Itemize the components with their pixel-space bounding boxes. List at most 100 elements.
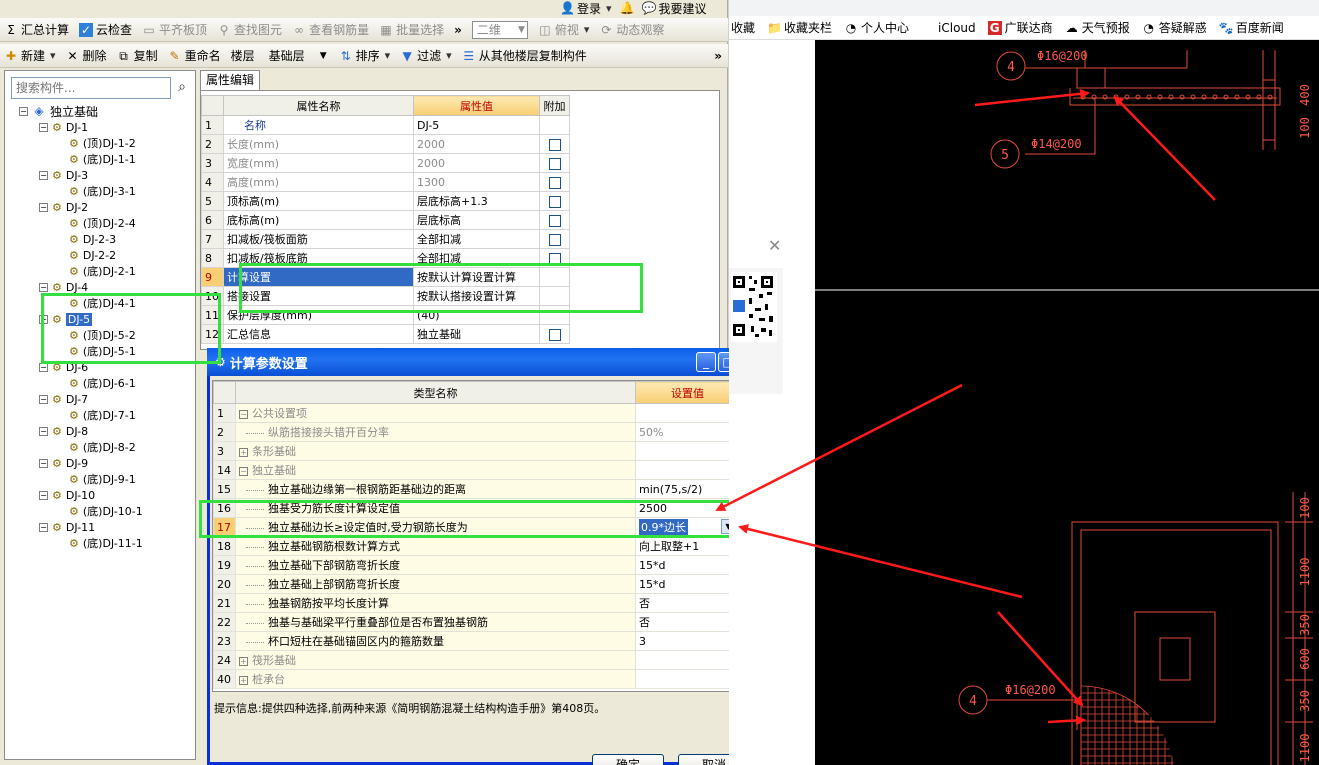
tree-node[interactable]: − ⚙ DJ-11 <box>39 519 95 535</box>
setting-value[interactable]: 15*d <box>635 555 740 575</box>
collapse-icon[interactable]: − <box>39 522 48 532</box>
collapse-icon[interactable]: − <box>39 202 48 212</box>
bell-button[interactable]: 🔔 <box>620 1 635 15</box>
floor-select[interactable]: 基础层 ▼ <box>265 47 329 65</box>
extra-checkbox[interactable] <box>548 328 561 341</box>
bookmark-item[interactable]: 🐾 百度新闻 <box>1219 19 1284 36</box>
extra-checkbox[interactable] <box>548 195 561 208</box>
collapse-icon[interactable]: − <box>39 426 48 436</box>
search-input[interactable] <box>11 77 171 99</box>
view-rebar-button[interactable]: ∞ 查看钢筋量 <box>292 21 369 38</box>
setting-value[interactable] <box>635 669 740 689</box>
tree-node[interactable]: − ⚙ DJ-9 <box>39 455 88 471</box>
property-value[interactable]: 2000 <box>413 153 540 173</box>
tree-node[interactable]: ⚙ DJ-2-2 <box>69 247 116 263</box>
collapse-icon[interactable]: − <box>39 170 48 180</box>
filter-button[interactable]: ▼ 过滤 ▾ <box>400 47 452 64</box>
tree-node[interactable]: ⚙ (底)DJ-2-1 <box>69 263 136 279</box>
setting-row[interactable]: 2 纵筋搭接接头错开百分率 50% <box>213 422 740 442</box>
property-value[interactable]: 1300 <box>413 172 540 192</box>
property-value[interactable]: 独立基础 <box>413 324 540 344</box>
setting-row[interactable]: 22 独基与基础梁平行重叠部位是否布置独基钢筋 否 <box>213 612 740 632</box>
tree-root[interactable]: − ◈ 独立基础 <box>19 103 98 119</box>
tree-node[interactable]: − ⚙ DJ-8 <box>39 423 88 439</box>
expand-icon[interactable]: + <box>239 448 248 457</box>
property-value[interactable]: 全部扣减 <box>413 229 540 249</box>
extra-checkbox[interactable] <box>548 176 561 189</box>
tree-node[interactable]: − ⚙ DJ-3 <box>39 167 88 183</box>
extra-checkbox[interactable] <box>548 157 561 170</box>
setting-value[interactable]: 否 <box>635 612 740 632</box>
bookmark-item[interactable]: 收藏 <box>731 19 755 36</box>
dynamic-view-button[interactable]: ⟳ 动态观察 <box>599 21 664 38</box>
tree-node[interactable]: ⚙ (底)DJ-9-1 <box>69 471 136 487</box>
setting-row[interactable]: 23 杯口短柱在基础锚固区内的箍筋数量 3 <box>213 631 740 651</box>
property-value[interactable]: 层底标高+1.3 <box>413 191 540 211</box>
bookmark-item[interactable]: 📁 收藏夹栏 <box>767 19 832 36</box>
expand-icon[interactable]: + <box>239 657 248 666</box>
setting-value[interactable] <box>635 460 740 480</box>
bookmark-item[interactable]: ◔ 答疑解惑 <box>1142 19 1206 36</box>
setting-row[interactable]: 21 独基钢筋按平均长度计算 否 <box>213 593 740 613</box>
setting-row[interactable]: 18 独立基础钢筋根数计算方式 向上取整+1 <box>213 536 740 556</box>
setting-value[interactable] <box>635 441 740 461</box>
minimize-button[interactable]: _ <box>696 352 716 372</box>
collapse-icon[interactable]: − <box>39 490 48 500</box>
property-row[interactable]: 12 汇总信息 独立基础 <box>201 324 570 344</box>
delete-button[interactable]: ✕ 删除 <box>66 47 107 64</box>
extra-checkbox[interactable] <box>548 138 561 151</box>
new-button[interactable]: ✚ 新建 ▾ <box>4 47 56 64</box>
toolbar-overflow[interactable]: » <box>454 23 462 37</box>
property-row[interactable]: 4 高度(mm) 1300 <box>201 172 570 192</box>
setting-row[interactable]: 1− 公共设置项 <box>213 403 740 423</box>
setting-value[interactable]: 15*d <box>635 574 740 594</box>
tree-node[interactable]: ⚙ (底)DJ-8-2 <box>69 439 136 455</box>
cloud-check-button[interactable]: ✓ 云检查 <box>79 21 132 38</box>
property-row[interactable]: 7 扣减板/筏板面筋 全部扣减 <box>201 229 570 249</box>
setting-value[interactable]: 向上取整+1 <box>635 536 740 556</box>
collapse-icon[interactable]: − <box>239 467 248 476</box>
setting-value[interactable]: min(75,s/2) <box>635 479 740 499</box>
tree-node[interactable]: ⚙ (底)DJ-1-1 <box>69 151 136 167</box>
tree-node[interactable]: ⚙ (底)DJ-7-1 <box>69 407 136 423</box>
setting-row[interactable]: 19 独立基础下部钢筋弯折长度 15*d <box>213 555 740 575</box>
rename-button[interactable]: ✎ 重命名 <box>168 47 221 64</box>
collapse-icon[interactable]: − <box>39 394 48 404</box>
property-row[interactable]: 2 长度(mm) 2000 <box>201 134 570 154</box>
copy-from-floor-button[interactable]: ☰ 从其他楼层复制构件 <box>462 47 586 64</box>
extra-checkbox[interactable] <box>548 214 561 227</box>
suggest-link[interactable]: 💬 我要建议 <box>642 0 707 17</box>
setting-row[interactable]: 14− 独立基础 <box>213 460 740 480</box>
setting-row[interactable]: 3 + 条形基础 <box>213 441 740 461</box>
ok-button[interactable]: 确定 <box>592 754 664 765</box>
property-row[interactable]: 3 宽度(mm) 2000 <box>201 153 570 173</box>
property-value[interactable]: DJ-5 <box>413 115 540 135</box>
tree-node[interactable]: − ⚙ DJ-1 <box>39 119 88 135</box>
tree-node[interactable]: ⚙ DJ-2-3 <box>69 231 116 247</box>
setting-value[interactable]: 否 <box>635 593 740 613</box>
tree-node[interactable]: ⚙ (顶)DJ-1-2 <box>69 135 136 151</box>
collapse-icon[interactable]: − <box>39 122 48 132</box>
close-icon[interactable]: ✕ <box>768 236 781 255</box>
tree-node[interactable]: ⚙ (顶)DJ-2-4 <box>69 215 136 231</box>
sort-button[interactable]: ⇅ 排序 ▾ <box>339 47 391 64</box>
setting-row[interactable]: 15 独立基础边缘第一根钢筋距基础边的距离 min(75,s/2) <box>213 479 740 499</box>
tab-property-edit[interactable]: 属性编辑 <box>200 70 260 90</box>
ortho-button[interactable]: ◫ 俯视 ▾ <box>538 21 589 38</box>
bookmark-item[interactable]: iCloud <box>921 21 976 35</box>
collapse-icon[interactable]: − <box>39 458 48 468</box>
collapse-icon[interactable]: − <box>39 282 48 292</box>
property-value[interactable]: 2000 <box>413 134 540 154</box>
search-icon[interactable]: ⌕ <box>173 79 191 97</box>
property-row[interactable]: 1 名称 DJ-5 <box>201 115 570 135</box>
bookmark-item[interactable]: G 广联达商 <box>987 19 1053 36</box>
setting-value[interactable]: 50% <box>635 422 740 442</box>
bookmark-item[interactable]: ◔ 个人中心 <box>844 19 909 36</box>
collapse-icon[interactable]: − <box>239 410 248 419</box>
setting-row[interactable]: 20 独立基础上部钢筋弯折长度 15*d <box>213 574 740 594</box>
tree-node[interactable]: − ⚙ DJ-2 <box>39 199 88 215</box>
tree-node[interactable]: ⚙ (底)DJ-6-1 <box>69 375 136 391</box>
property-row[interactable]: 6 底标高(m) 层底标高 <box>201 210 570 230</box>
collapse-icon[interactable]: − <box>19 106 28 116</box>
property-value[interactable]: 层底标高 <box>413 210 540 230</box>
